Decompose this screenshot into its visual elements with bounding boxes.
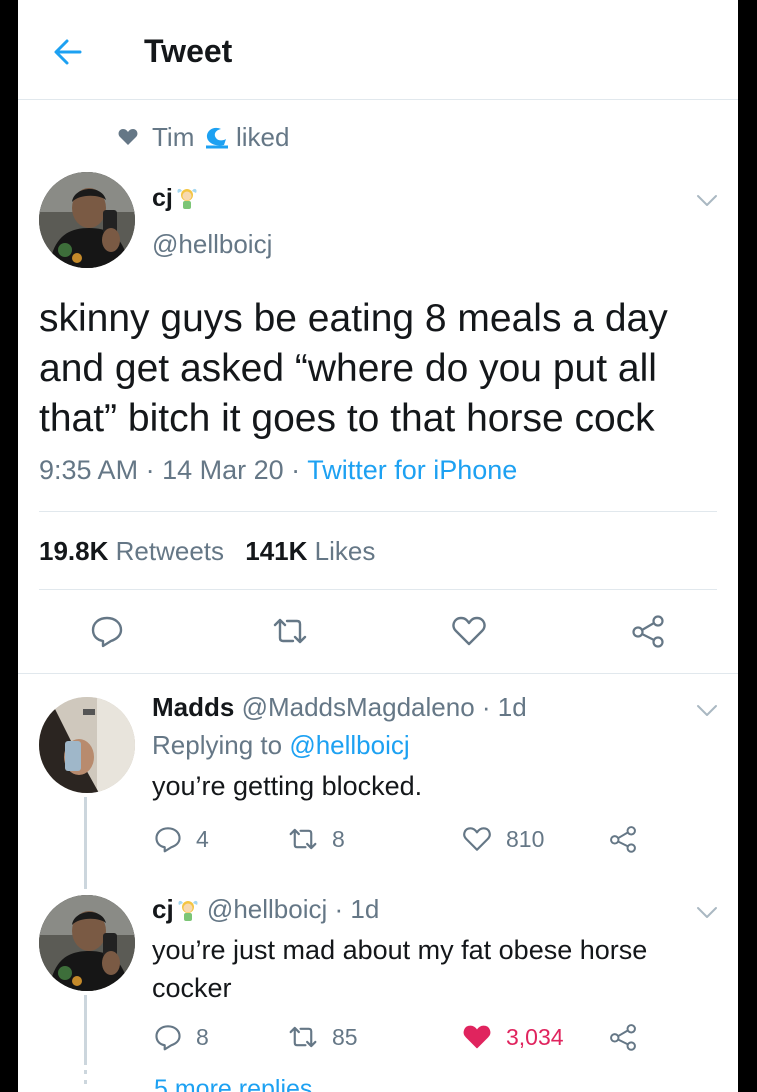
avatar-photo	[39, 895, 135, 991]
back-button[interactable]	[50, 34, 86, 70]
reply-age: 1d	[350, 894, 380, 924]
share-icon	[610, 1024, 636, 1051]
reply-share-button[interactable]	[608, 822, 638, 856]
reply-menu-button[interactable]	[694, 900, 720, 924]
chevron-down-icon	[697, 705, 717, 716]
retweet-button[interactable]	[272, 614, 308, 648]
context-name[interactable]: Tim	[152, 122, 194, 153]
tweet-source[interactable]: Twitter for iPhone	[307, 455, 517, 485]
avatar[interactable]	[39, 697, 135, 793]
heart-outline-icon	[463, 827, 491, 851]
wave-icon	[202, 125, 230, 151]
stats-divider	[39, 589, 717, 590]
like-count: 3,034	[506, 1024, 564, 1050]
reply-author-handle[interactable]: @hellboicj	[207, 894, 327, 924]
replying-to-handle[interactable]: @hellboicj	[289, 730, 409, 760]
heart-small-icon	[118, 129, 138, 145]
replying-to-label: Replying to	[152, 730, 283, 760]
retweet-icon	[273, 618, 307, 644]
avatar-photo	[39, 697, 135, 793]
retweets-count: 19.8K	[39, 536, 109, 566]
likes-stat[interactable]: 141K Likes	[245, 536, 375, 566]
actions-divider	[18, 673, 738, 674]
avatar-photo	[39, 172, 135, 268]
reply-text-line: you’re just mad about my fat obese horse	[152, 935, 648, 965]
thread-dot	[84, 1070, 87, 1074]
retweet-icon	[289, 828, 317, 850]
replying-to: Replying to @hellboicj	[152, 730, 410, 761]
share-icon	[632, 615, 664, 648]
reply-share-button[interactable]	[608, 1020, 638, 1054]
tweet-date[interactable]: 14 Mar 20	[162, 455, 284, 485]
reply-icon	[155, 1025, 181, 1051]
like-count: 810	[506, 826, 545, 852]
reply-header: cj @hellboicj · 1d	[152, 894, 379, 925]
reply-count: 8	[196, 1024, 209, 1050]
right-frame	[738, 0, 757, 1092]
chevron-down-icon	[697, 195, 717, 206]
retweet-count: 85	[332, 1024, 358, 1050]
avatar[interactable]	[39, 895, 135, 991]
reply-menu-button[interactable]	[694, 698, 720, 722]
left-frame	[0, 0, 18, 1092]
reply-actions: 8 85 3,034	[152, 1020, 636, 1054]
more-replies-link[interactable]: 5 more replies	[154, 1075, 312, 1092]
reply-button[interactable]	[90, 614, 124, 648]
meta-separator: ·	[327, 894, 351, 924]
avatar[interactable]	[39, 172, 135, 268]
meta-separator: ·	[474, 692, 498, 722]
tweet-text-line: and get asked “where do you put all	[39, 347, 657, 390]
tweet-text-line: skinny guys be eating 8 meals a day	[39, 297, 668, 340]
likes-count: 141K	[245, 536, 308, 566]
tweet-time[interactable]: 9:35 AM	[39, 455, 138, 485]
tweet-text-line: that” bitch it goes to that horse cock	[39, 397, 655, 440]
reply-author-handle[interactable]: @MaddsMagdaleno	[242, 692, 475, 722]
context-suffix: liked	[236, 122, 290, 152]
reply-icon	[91, 616, 123, 648]
heart-outline-icon	[452, 616, 486, 646]
reply-text: you’re getting blocked.	[152, 771, 423, 801]
heart-filled-icon	[463, 1025, 491, 1049]
retweet-count: 8	[332, 826, 345, 852]
reply-author-name[interactable]: cj	[152, 894, 174, 924]
page-title: Tweet	[144, 33, 233, 69]
tweet-menu-button[interactable]	[694, 188, 720, 212]
meta-divider	[39, 511, 717, 512]
screen: Tweet Tim liked cj @hellboicj skinny guy…	[18, 0, 738, 1092]
thread-line	[84, 797, 87, 889]
reply-header: Madds @MaddsMagdaleno · 1d	[152, 692, 527, 723]
meta-separator: ·	[145, 455, 163, 485]
retweet-icon	[289, 1026, 317, 1048]
fairy-emoji-icon	[178, 900, 198, 921]
author-name: cj	[152, 184, 173, 212]
reply-count: 4	[196, 826, 209, 852]
tweet-meta: 9:35 AM · 14 Mar 20 · Twitter for iPhone	[39, 455, 517, 486]
reply-text: you’re just mad about my fat obese horse…	[152, 931, 647, 1007]
reply-actions: 4 8 810	[152, 822, 636, 856]
retweets-label: Retweets	[115, 536, 225, 566]
share-icon	[610, 826, 636, 853]
like-button[interactable]	[451, 614, 487, 648]
meta-separator: ·	[291, 455, 308, 485]
thread-line	[84, 995, 87, 1065]
back-arrow-icon	[54, 39, 82, 65]
likes-label: Likes	[314, 536, 376, 566]
author-handle[interactable]: @hellboicj	[152, 229, 272, 260]
share-button[interactable]	[630, 614, 666, 648]
author-name-row[interactable]: cj	[152, 184, 199, 213]
tweet-stats: 19.8K Retweets 141K Likes	[39, 536, 375, 567]
tweet-text: skinny guys be eating 8 meals a day and …	[39, 294, 668, 444]
header-divider	[18, 99, 738, 100]
thread-dot	[84, 1080, 87, 1084]
chevron-down-icon	[697, 907, 717, 918]
reply-text-line: cocker	[152, 973, 232, 1003]
retweets-stat[interactable]: 19.8K Retweets	[39, 536, 224, 566]
reply-icon	[155, 827, 181, 853]
reply-author-name[interactable]: Madds	[152, 692, 234, 722]
reply-age: 1d	[497, 692, 527, 722]
fairy-emoji-icon	[177, 188, 197, 209]
